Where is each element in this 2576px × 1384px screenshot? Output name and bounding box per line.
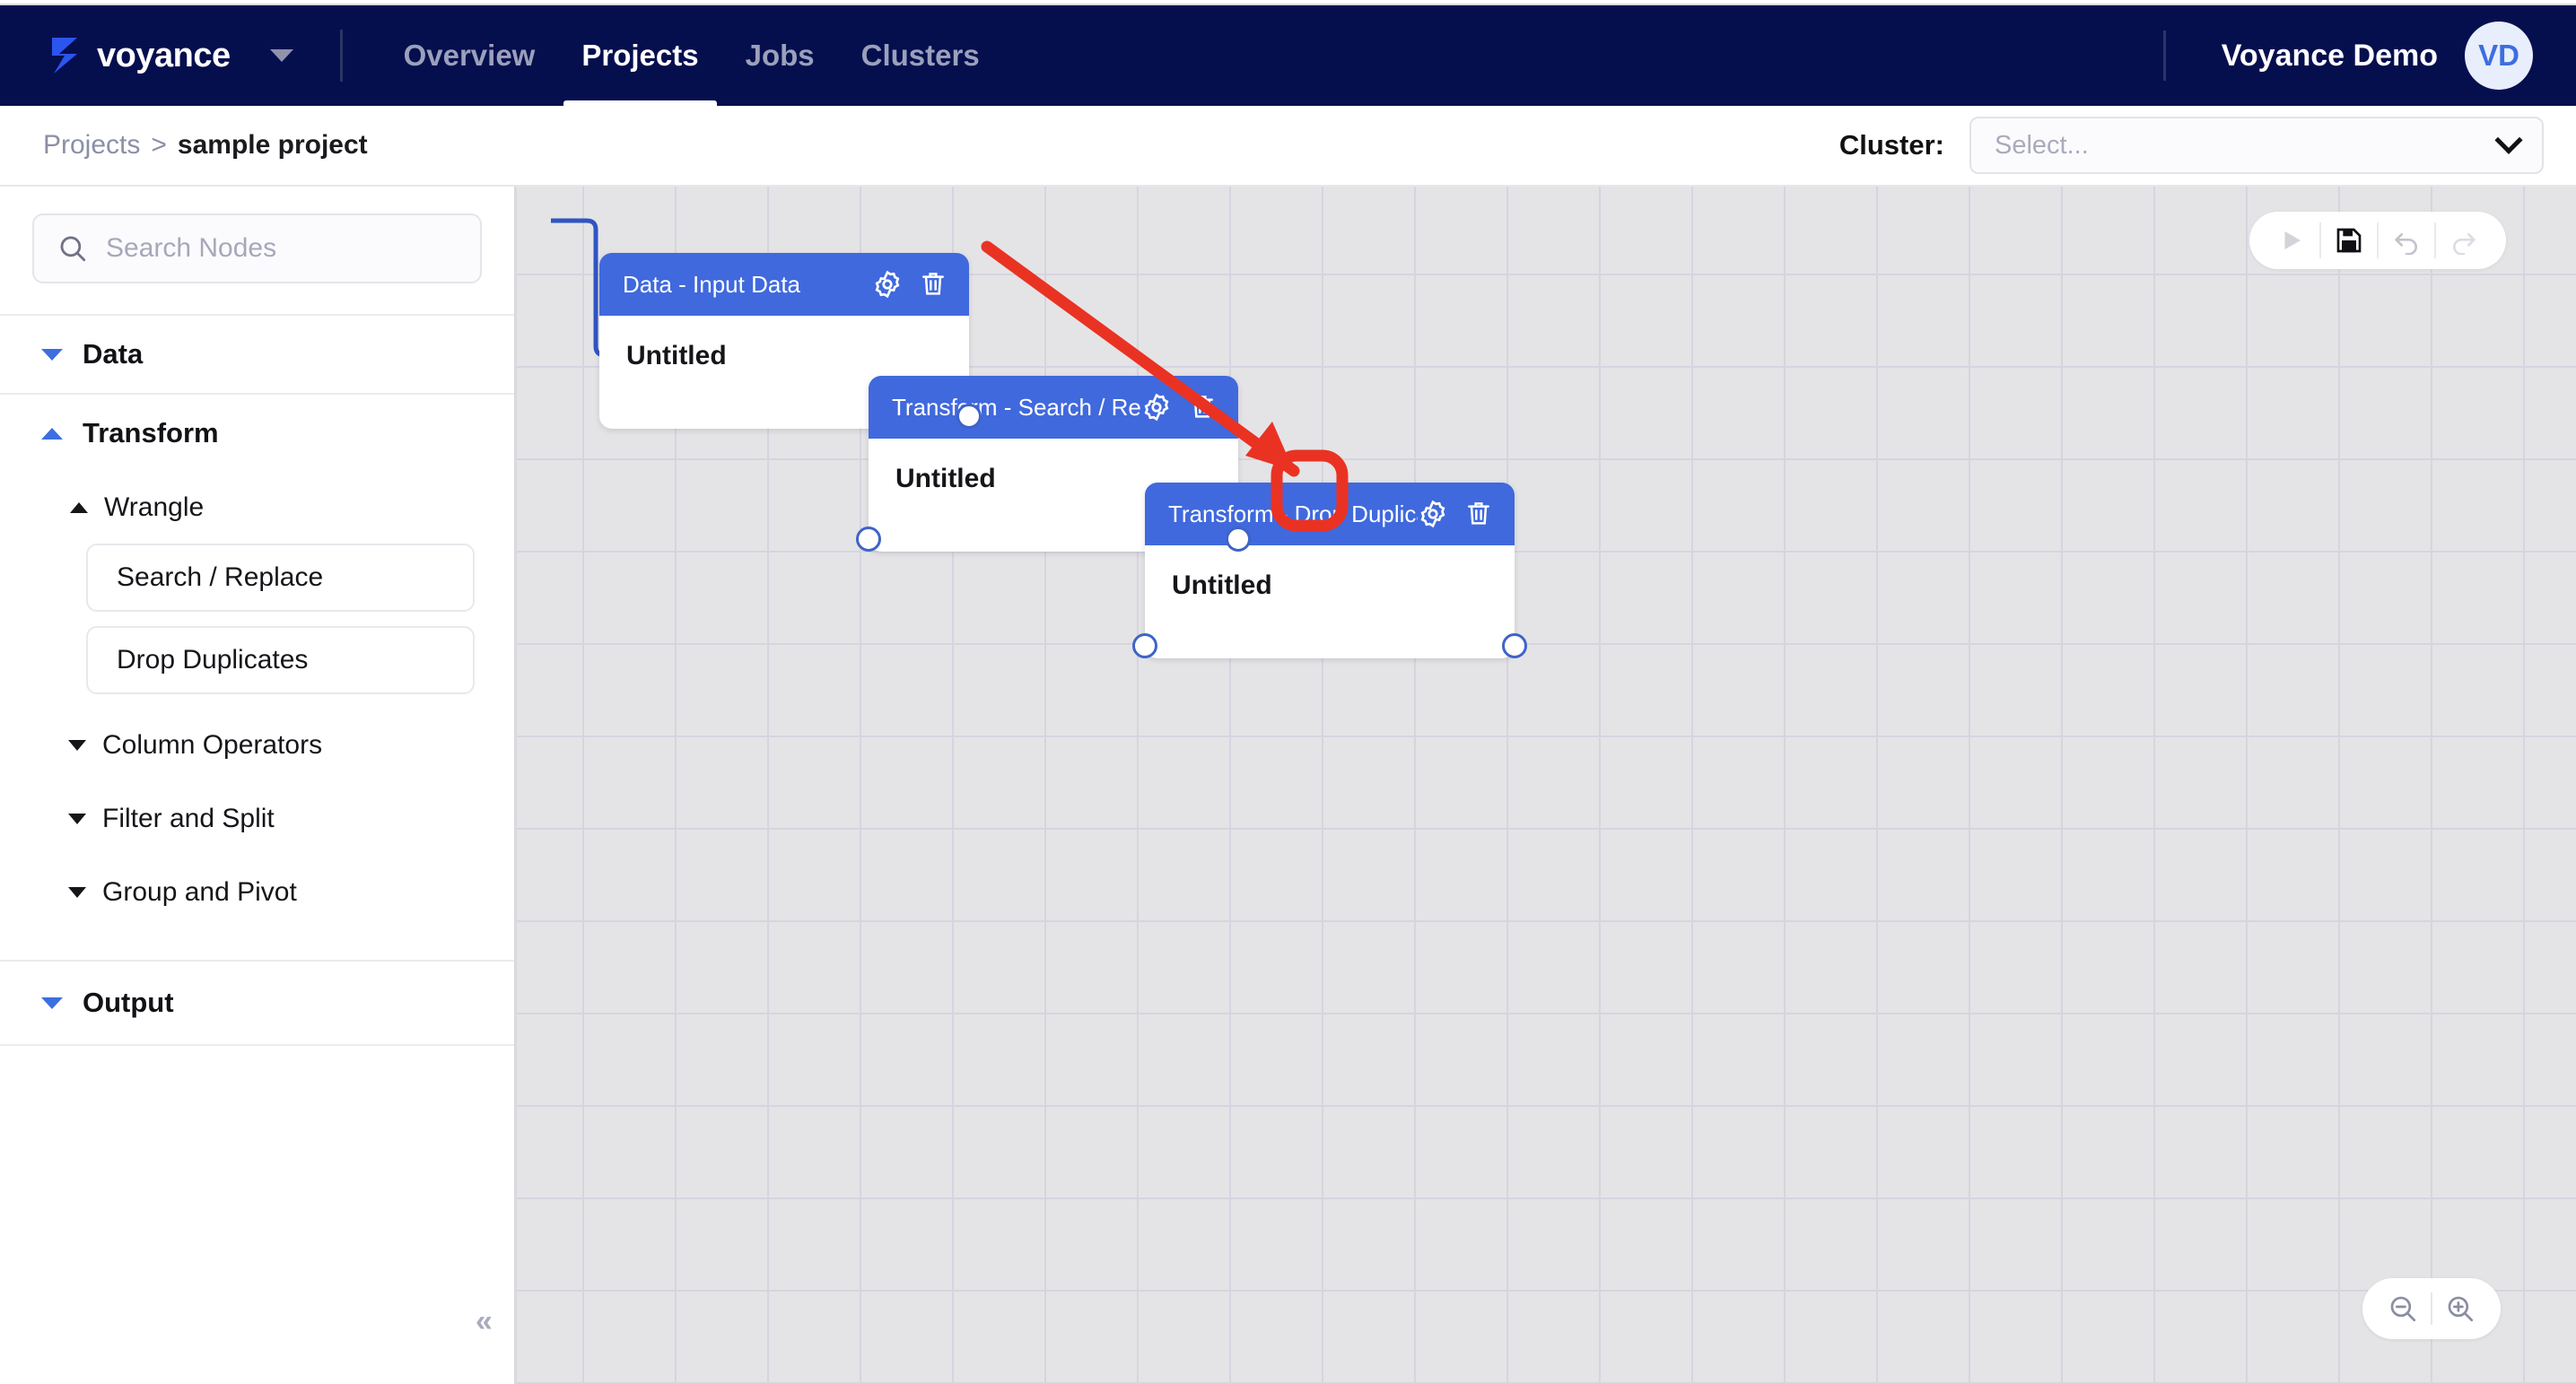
sidebar-group-filter-and-split[interactable]: Filter and Split <box>0 782 514 856</box>
nav-divider <box>339 30 343 82</box>
cluster-select-placeholder: Select... <box>1995 130 2089 160</box>
node-palette-sidebar: Search Nodes Data Transform Wrangle Sear… <box>0 187 517 1384</box>
breadcrumb-bar: Projects > sample project Cluster: Selec… <box>0 106 2576 187</box>
brand[interactable]: voyance <box>50 36 293 75</box>
triangle-up-icon <box>70 502 88 513</box>
flow-node-title: Transform - Search / Replace <box>892 393 1141 421</box>
nav-link-jobs[interactable]: Jobs <box>722 5 838 106</box>
sidebar-collapse-button[interactable]: « <box>458 1296 508 1346</box>
trash-icon[interactable] <box>1188 392 1218 422</box>
search-icon <box>57 233 88 264</box>
flow-node-title: Transform - Drop Duplicates <box>1168 500 1418 527</box>
node-input-port[interactable] <box>856 527 881 552</box>
zoom-in-button[interactable] <box>2432 1281 2488 1336</box>
zoom-out-button[interactable] <box>2375 1281 2431 1336</box>
flow-node-header[interactable]: Data - Input Data <box>599 253 969 316</box>
flow-node-title: Data - Input Data <box>623 270 800 298</box>
account-divider <box>2162 30 2166 81</box>
search-placeholder: Search Nodes <box>106 233 277 263</box>
zoom-controls <box>2362 1278 2501 1339</box>
sidebar-subsection-wrangle[interactable]: Wrangle <box>0 472 514 544</box>
sidebar-section-transform-label: Transform <box>83 417 219 448</box>
sidebar-section-output[interactable]: Output <box>0 960 514 1046</box>
flow-node-body: Untitled <box>1145 545 1515 601</box>
app-root: voyance Overview Projects Jobs Clusters … <box>0 0 2576 1384</box>
account-name: Voyance Demo <box>2221 38 2438 73</box>
cluster-selector-group: Cluster: Select... <box>1839 117 2544 174</box>
sidebar-group-group-and-pivot[interactable]: Group and Pivot <box>0 856 514 929</box>
primary-nav: Overview Projects Jobs Clusters <box>380 5 1003 106</box>
triangle-down-icon <box>68 814 86 824</box>
cluster-label: Cluster: <box>1838 129 1944 161</box>
sidebar-group-label: Group and Pivot <box>102 877 297 907</box>
flow-node-name[interactable]: Untitled <box>1172 570 1488 601</box>
top-navbar: voyance Overview Projects Jobs Clusters … <box>0 5 2576 106</box>
gear-icon[interactable] <box>1418 499 1448 529</box>
account-area: Voyance Demo VD <box>2162 22 2533 90</box>
trash-icon[interactable] <box>919 269 949 300</box>
voyance-logo-icon <box>50 36 81 75</box>
nav-link-projects[interactable]: Projects <box>558 5 721 106</box>
nav-link-clusters[interactable]: Clusters <box>838 5 1003 106</box>
run-button[interactable] <box>2264 213 2319 268</box>
chevron-down-icon[interactable] <box>269 49 293 62</box>
flow-node-header[interactable]: Transform - Search / Replace <box>869 376 1238 439</box>
search-input[interactable]: Search Nodes <box>32 213 482 283</box>
breadcrumb-projects-link[interactable]: Projects <box>43 130 140 161</box>
sidebar-section-transform[interactable]: Transform <box>0 393 514 472</box>
flow-node-actions <box>1141 392 1218 422</box>
nav-link-overview[interactable]: Overview <box>380 5 559 106</box>
node-input-port[interactable] <box>1132 633 1157 658</box>
flow-canvas[interactable]: Data - Input Data Untitled Transform - S… <box>517 187 2576 1384</box>
flow-node-actions <box>872 269 949 300</box>
triangle-down-icon <box>41 348 63 361</box>
gear-icon[interactable] <box>872 269 903 300</box>
palette-node-search-replace[interactable]: Search / Replace <box>86 544 475 612</box>
chevron-down-icon <box>2494 126 2523 154</box>
flow-node-body: Untitled <box>599 316 969 371</box>
canvas-toolbar <box>2249 212 2506 269</box>
sidebar-section-data[interactable]: Data <box>0 314 514 393</box>
redo-button[interactable] <box>2436 213 2492 268</box>
search-wrapper: Search Nodes <box>0 187 514 314</box>
flow-node-name[interactable]: Untitled <box>626 341 942 371</box>
save-button[interactable] <box>2321 213 2377 268</box>
sidebar-section-output-label: Output <box>83 987 174 1018</box>
trash-icon[interactable] <box>1464 499 1495 529</box>
node-output-port[interactable] <box>956 404 982 429</box>
sidebar-subsection-wrangle-label: Wrangle <box>104 492 205 522</box>
breadcrumb: Projects > sample project <box>43 130 368 161</box>
palette-node-label: Search / Replace <box>117 562 324 592</box>
brand-name: voyance <box>97 36 231 74</box>
sidebar-group-label: Filter and Split <box>102 804 275 833</box>
cluster-select[interactable]: Select... <box>1969 117 2544 174</box>
triangle-up-icon <box>41 427 63 440</box>
sidebar-group-column-operators[interactable]: Column Operators <box>0 709 514 782</box>
flow-node-header[interactable]: Transform - Drop Duplicates <box>1145 483 1515 545</box>
sidebar-section-data-label: Data <box>83 338 144 370</box>
palette-node-label: Drop Duplicates <box>117 645 309 675</box>
breadcrumb-current-project: sample project <box>177 130 368 160</box>
triangle-down-icon <box>68 887 86 898</box>
avatar[interactable]: VD <box>2465 22 2533 90</box>
gear-icon[interactable] <box>1141 392 1172 422</box>
breadcrumb-separator: > <box>151 130 167 160</box>
flow-node-drop-duplicates[interactable]: Transform - Drop Duplicates <box>1132 483 1527 658</box>
flow-node-actions <box>1418 499 1495 529</box>
triangle-down-icon <box>41 997 63 1009</box>
sidebar-group-label: Column Operators <box>102 730 323 760</box>
triangle-down-icon <box>68 740 86 751</box>
palette-node-drop-duplicates[interactable]: Drop Duplicates <box>86 626 475 694</box>
node-output-port[interactable] <box>1502 633 1527 658</box>
node-output-port[interactable] <box>1226 527 1251 552</box>
undo-button[interactable] <box>2379 213 2434 268</box>
